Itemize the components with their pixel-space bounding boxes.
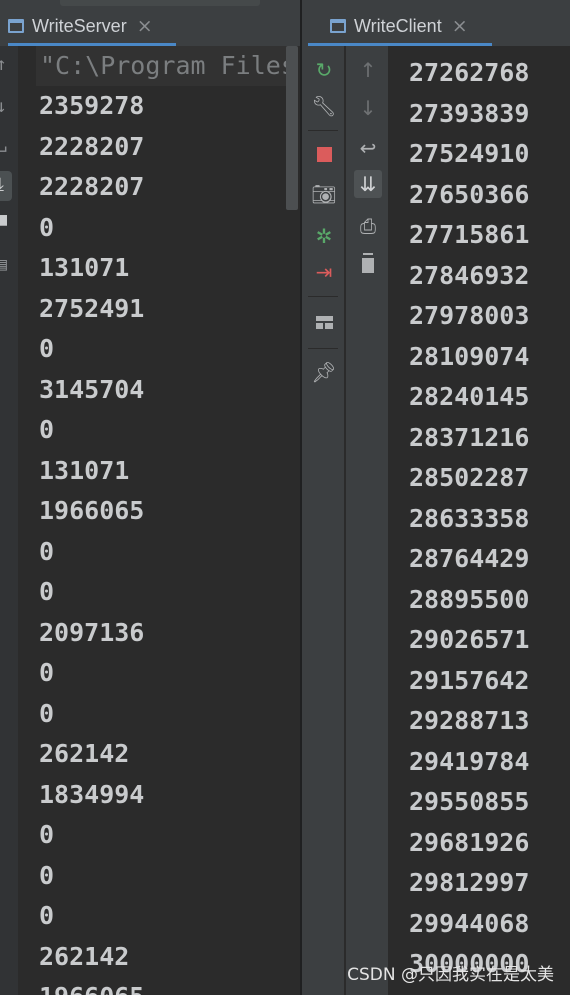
close-icon[interactable]: × — [452, 16, 468, 36]
output-line: 28240145 — [409, 382, 530, 411]
output-line: 2359278 — [39, 91, 145, 120]
output-line: 0 — [39, 658, 55, 687]
print-icon[interactable]: ▀ — [0, 216, 7, 237]
output-line: 29026571 — [409, 625, 530, 654]
output-line: 28895500 — [409, 584, 530, 614]
output-line: 27262768 — [409, 58, 530, 87]
output-line: 27393839 — [409, 98, 530, 128]
left-toolbar-gutter: ↑ ↓ ↵ ⤓ ▀ ▤ — [0, 46, 18, 995]
soft-wrap-icon[interactable]: ↩ — [354, 134, 382, 162]
server-console-output[interactable]: 2359278 2228207 2228207 0 131071 2752491 0 3145… — [18, 46, 288, 995]
wrench-icon[interactable]: 🔧︎ — [310, 92, 338, 120]
run-toolbar: ↻ 🔧︎ 📷︎ ✲ ⇥ 📌︎ — [302, 46, 344, 995]
output-line: 27978003 — [409, 301, 530, 330]
output-toolbar: ↑ ↓ ↩ ⇊ ⎙ — [345, 46, 388, 995]
login-icon[interactable]: ⇥ — [310, 258, 338, 286]
tab-label: WriteServer — [32, 15, 127, 36]
output-line: 28109074 — [409, 341, 530, 371]
output-line: 27650366 — [409, 179, 530, 209]
output-line: 3145704 — [39, 374, 145, 404]
output-line: 0 — [39, 577, 55, 606]
output-line: 0 — [39, 212, 55, 242]
output-line: 131071 — [39, 253, 130, 282]
layout-icon[interactable] — [310, 308, 338, 336]
console-window-icon — [330, 19, 346, 33]
output-line: 27715861 — [409, 220, 530, 249]
output-line: 131071 — [39, 455, 130, 485]
output-line: 29419784 — [409, 746, 530, 776]
up-arrow-icon[interactable]: ↑ — [354, 56, 382, 84]
output-line: 2228207 — [39, 131, 145, 161]
output-line: 27524910 — [409, 139, 530, 168]
rerun-icon[interactable]: ↻ — [310, 56, 338, 84]
output-line: 262142 — [39, 941, 130, 971]
output-line: 262142 — [39, 739, 130, 768]
output-line: 29944068 — [409, 908, 530, 938]
output-line: 2228207 — [39, 172, 145, 201]
scroll-to-end-icon[interactable]: ⇊ — [354, 170, 382, 198]
output-line: 2097136 — [39, 617, 145, 647]
output-line: 0 — [39, 536, 55, 566]
output-line: 0 — [39, 698, 55, 728]
output-line: 0 — [39, 820, 55, 849]
output-line: 29288713 — [409, 706, 530, 735]
tab-writeclient[interactable]: WriteClient × — [308, 6, 492, 46]
output-line: 0 — [39, 334, 55, 363]
down-arrow-icon[interactable]: ↓ — [0, 96, 7, 117]
output-line: 29681926 — [409, 827, 530, 857]
print-icon[interactable]: ⎙ — [354, 212, 382, 240]
output-line: 28633358 — [409, 503, 530, 533]
output-line: 1834994 — [39, 779, 145, 809]
output-line: 0 — [39, 901, 55, 930]
trash-icon[interactable]: ▤ — [0, 254, 7, 275]
output-line: 29550855 — [409, 787, 530, 816]
output-line: 0 — [39, 415, 55, 444]
up-arrow-icon[interactable]: ↑ — [0, 54, 7, 75]
output-line: 28371216 — [409, 422, 530, 452]
soft-wrap-icon[interactable]: ↵ — [0, 138, 7, 159]
scroll-to-end-icon: ⤓ — [0, 174, 4, 195]
output-line: 29157642 — [409, 665, 530, 695]
output-line: 0 — [39, 860, 55, 890]
close-icon[interactable]: × — [137, 16, 153, 36]
down-arrow-icon[interactable]: ↓ — [354, 94, 382, 122]
camera-icon[interactable]: 📷︎ — [310, 180, 338, 208]
trash-icon[interactable] — [354, 250, 382, 278]
left-tab-bar: WriteServer × — [0, 6, 300, 46]
output-line: 29812997 — [409, 868, 530, 897]
output-line: 1966065 — [39, 496, 145, 525]
client-console-output[interactable]: 27262768 27393839 27524910 27650366 27715861… — [388, 46, 570, 995]
output-line: 27846932 — [409, 260, 530, 290]
scrollbar-thumb[interactable] — [286, 46, 298, 210]
console-window-icon — [8, 19, 24, 33]
tab-label: WriteClient — [354, 15, 442, 36]
right-tab-bar: WriteClient × — [302, 6, 570, 46]
output-line: 2752491 — [39, 293, 145, 323]
tab-writeserver[interactable]: WriteServer × — [8, 6, 176, 46]
output-line: 28502287 — [409, 463, 530, 492]
stop-icon[interactable] — [310, 140, 338, 168]
watermark: CSDN @只因我实在是太美 — [347, 965, 554, 985]
debug-icon[interactable]: ✲ — [310, 222, 338, 250]
output-line: 1966065 — [39, 982, 144, 995]
output-line: 28764429 — [409, 544, 530, 573]
pin-icon[interactable]: 📌︎ — [310, 358, 338, 386]
